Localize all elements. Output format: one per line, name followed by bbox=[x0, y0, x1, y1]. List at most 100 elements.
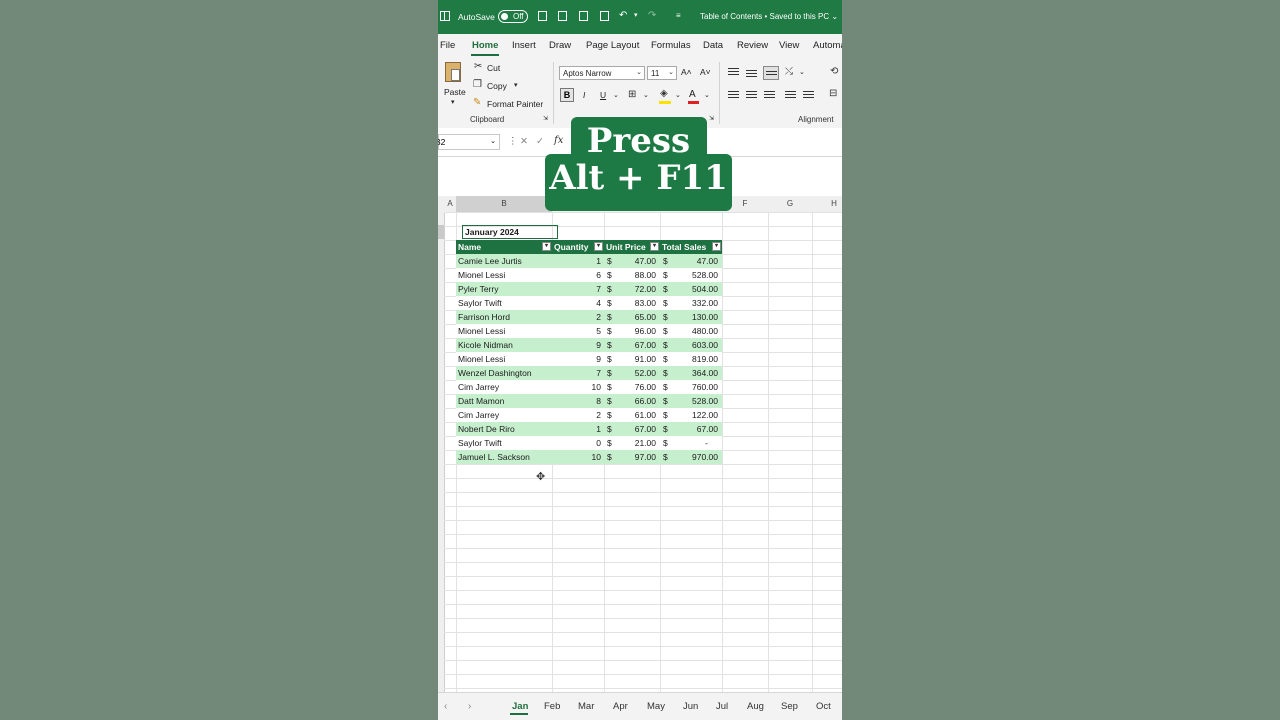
filter-dropdown-icon[interactable]: ▾ bbox=[542, 242, 551, 251]
format-painter-label[interactable]: Format Painter bbox=[487, 99, 543, 109]
cell-name[interactable]: Cim Jarrey bbox=[456, 380, 552, 394]
prev-sheet-icon[interactable]: ‹ bbox=[444, 701, 447, 712]
font-color-icon[interactable]: A bbox=[689, 89, 696, 100]
align-right-icon[interactable] bbox=[764, 91, 775, 100]
cell-unit-price[interactable]: $88.00 bbox=[604, 268, 660, 282]
sheet-tab-oct[interactable]: Oct bbox=[816, 701, 831, 712]
cell-quantity[interactable]: 8 bbox=[552, 394, 604, 408]
sheet-tab-jul[interactable]: Jul bbox=[716, 701, 728, 712]
cell-name[interactable]: Kicole Nidman bbox=[456, 338, 552, 352]
italic-button[interactable]: I bbox=[583, 90, 585, 100]
borders-dropdown-icon[interactable]: ⌄ bbox=[643, 91, 649, 99]
underline-button[interactable]: U bbox=[600, 90, 606, 100]
cell-quantity[interactable]: 1 bbox=[552, 422, 604, 436]
cell-total-sales[interactable]: $504.00 bbox=[660, 282, 722, 296]
cell-unit-price[interactable]: $61.00 bbox=[604, 408, 660, 422]
cell-total-sales[interactable]: $122.00 bbox=[660, 408, 722, 422]
enter-icon[interactable]: ✓ bbox=[536, 136, 544, 147]
cell-name[interactable]: Farrison Hord bbox=[456, 310, 552, 324]
format-painter-icon[interactable]: ✎ bbox=[473, 98, 481, 108]
cell-total-sales[interactable]: $332.00 bbox=[660, 296, 722, 310]
tab-insert[interactable]: Insert bbox=[512, 40, 536, 51]
borders-icon[interactable]: ⊞ bbox=[628, 90, 636, 100]
cell-unit-price[interactable]: $83.00 bbox=[604, 296, 660, 310]
filter-dropdown-icon[interactable]: ▾ bbox=[594, 242, 603, 251]
font-size-select[interactable]: 11 ⌄ bbox=[647, 66, 677, 80]
merge-center-icon[interactable]: ⊟ bbox=[829, 89, 837, 99]
cell-quantity[interactable]: 9 bbox=[552, 352, 604, 366]
new-doc-icon[interactable] bbox=[579, 11, 588, 21]
bold-button[interactable]: B bbox=[560, 88, 574, 102]
cell-unit-price[interactable]: $96.00 bbox=[604, 324, 660, 338]
cell-unit-price[interactable]: $72.00 bbox=[604, 282, 660, 296]
cell-quantity[interactable]: 10 bbox=[552, 380, 604, 394]
sheet-tab-jun[interactable]: Jun bbox=[683, 701, 698, 712]
worksheet-grid[interactable]: January 2024 Name ▾ Quantity ▾ Unit Price ▾… bbox=[444, 212, 842, 692]
tab-data[interactable]: Data bbox=[703, 40, 723, 51]
align-center-icon[interactable] bbox=[746, 91, 757, 100]
cell-quantity[interactable]: 7 bbox=[552, 282, 604, 296]
copy-dropdown-icon[interactable]: ▾ bbox=[514, 81, 518, 89]
cancel-icon[interactable]: ✕ bbox=[520, 136, 528, 147]
font-color-dropdown-icon[interactable]: ⌄ bbox=[704, 91, 710, 99]
save-icon[interactable] bbox=[538, 11, 547, 21]
sheet-tab-may[interactable]: May bbox=[647, 701, 665, 712]
cell-unit-price[interactable]: $47.00 bbox=[604, 254, 660, 268]
grow-font-button[interactable]: A˄ bbox=[681, 67, 692, 77]
header-total-sales[interactable]: Total Sales ▾ bbox=[660, 240, 722, 254]
cell-total-sales[interactable]: $819.00 bbox=[660, 352, 722, 366]
cell-quantity[interactable]: 6 bbox=[552, 268, 604, 282]
column-header-g[interactable]: G bbox=[768, 199, 812, 208]
cell-name[interactable]: Mionel Lessi bbox=[456, 352, 552, 366]
wrap-text-icon[interactable]: ⟲ bbox=[830, 67, 838, 77]
cell-unit-price[interactable]: $65.00 bbox=[604, 310, 660, 324]
cell-name[interactable]: Wenzel Dashington bbox=[456, 366, 552, 380]
edit-doc-icon[interactable] bbox=[558, 11, 567, 21]
cell-unit-price[interactable]: $76.00 bbox=[604, 380, 660, 394]
align-left-icon[interactable] bbox=[728, 91, 739, 100]
tab-formulas[interactable]: Formulas bbox=[651, 40, 691, 51]
tab-automate[interactable]: Automa bbox=[813, 40, 842, 51]
decrease-indent-icon[interactable] bbox=[785, 91, 796, 100]
sheet-tab-jan[interactable]: Jan bbox=[512, 701, 528, 712]
name-box[interactable]: B2 ⌄ bbox=[438, 134, 500, 150]
cell-name[interactable]: Mionel Lessi bbox=[456, 324, 552, 338]
cell-unit-price[interactable]: $67.00 bbox=[604, 422, 660, 436]
cell-total-sales[interactable]: $760.00 bbox=[660, 380, 722, 394]
cell-total-sales[interactable]: $67.00 bbox=[660, 422, 722, 436]
header-quantity[interactable]: Quantity ▾ bbox=[552, 240, 604, 254]
tab-draw[interactable]: Draw bbox=[549, 40, 571, 51]
cell-quantity[interactable]: 1 bbox=[552, 254, 604, 268]
sheet-tab-aug[interactable]: Aug bbox=[747, 701, 764, 712]
cell-name[interactable]: Nobert De Riro bbox=[456, 422, 552, 436]
header-name[interactable]: Name ▾ bbox=[456, 240, 552, 254]
autosave-toggle[interactable]: Off bbox=[498, 10, 528, 23]
paste-label[interactable]: Paste bbox=[444, 87, 466, 97]
cell-unit-price[interactable]: $67.00 bbox=[604, 338, 660, 352]
cell-quantity[interactable]: 2 bbox=[552, 408, 604, 422]
underline-dropdown-icon[interactable]: ⌄ bbox=[613, 91, 619, 99]
copy-label[interactable]: Copy bbox=[487, 81, 507, 91]
redo-icon[interactable]: ↷ bbox=[648, 11, 656, 21]
cell-quantity[interactable]: 10 bbox=[552, 450, 604, 464]
cell-total-sales[interactable]: $970.00 bbox=[660, 450, 722, 464]
header-unit-price[interactable]: Unit Price ▾ bbox=[604, 240, 660, 254]
next-sheet-icon[interactable]: › bbox=[468, 701, 471, 712]
column-header-a[interactable]: A bbox=[444, 199, 456, 208]
tab-review[interactable]: Review bbox=[737, 40, 768, 51]
sheet-tab-feb[interactable]: Feb bbox=[544, 701, 560, 712]
column-header-b[interactable]: B bbox=[456, 196, 552, 212]
sheet-tab-sep[interactable]: Sep bbox=[781, 701, 798, 712]
tab-file[interactable]: File bbox=[440, 40, 455, 51]
undo-icon[interactable]: ↶ bbox=[619, 11, 627, 21]
customize-toolbar-icon[interactable]: ≡ bbox=[676, 11, 681, 21]
cell-total-sales[interactable]: $528.00 bbox=[660, 394, 722, 408]
cell-quantity[interactable]: 5 bbox=[552, 324, 604, 338]
cell-name[interactable]: Saylor Twift bbox=[456, 296, 552, 310]
cell-name[interactable]: Saylor Twift bbox=[456, 436, 552, 450]
top-align-icon[interactable] bbox=[728, 68, 739, 77]
cell-unit-price[interactable]: $97.00 bbox=[604, 450, 660, 464]
cut-label[interactable]: Cut bbox=[487, 63, 500, 73]
cell-unit-price[interactable]: $52.00 bbox=[604, 366, 660, 380]
cell-unit-price[interactable]: $91.00 bbox=[604, 352, 660, 366]
